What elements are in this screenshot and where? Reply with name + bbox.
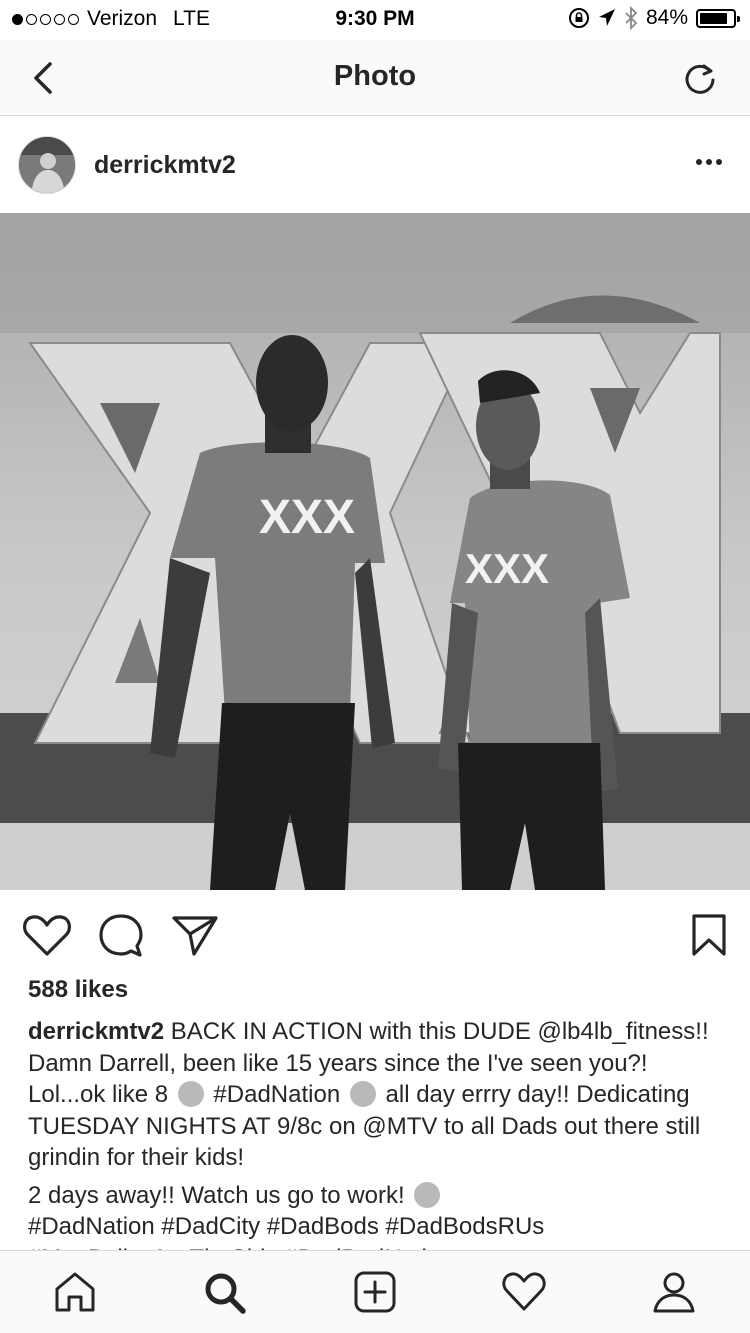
steam-face-emoji-icon [414,1181,441,1208]
shirt-text-right: XXX [465,545,549,592]
post-photo[interactable]: XXX XXX [0,213,750,890]
caption-hashtags[interactable]: #DadNation #DadCity #DadBods #DadBodsRUs [28,1211,728,1243]
raised-hands-emoji-icon [349,1081,376,1107]
home-icon[interactable] [52,1269,98,1315]
location-icon [598,9,615,26]
bluetooth-icon [625,6,638,30]
bookmark-icon[interactable] [684,912,734,958]
shirt-text-left: XXX [259,491,355,544]
caption-username[interactable]: derrickmtv2 [28,1018,164,1045]
post-username[interactable]: derrickmtv2 [94,151,236,180]
avatar[interactable] [18,136,76,194]
caption-hashtag-1[interactable]: #DadNation [213,1081,340,1108]
post-actions [0,890,750,980]
shrug-emoji-icon [177,1081,204,1107]
caption-line-2: 2 days away!! Watch us go to work! [28,1181,405,1209]
post-caption: derrickmtv2 BACK IN ACTION with this DUD… [28,1016,728,1280]
status-right: 84% [568,6,740,30]
refresh-icon[interactable] [680,58,720,98]
ellipsis-icon[interactable] [694,147,724,177]
heart-icon[interactable] [22,912,72,958]
person-icon[interactable] [651,1269,697,1315]
caption-paragraph-1: derrickmtv2 BACK IN ACTION with this DUD… [28,1016,728,1174]
share-icon[interactable] [170,912,220,958]
caption-paragraph-2: 2 days away!! Watch us go to work! [28,1180,728,1212]
plus-square-icon[interactable] [352,1269,398,1315]
heart-icon[interactable] [501,1269,547,1315]
battery-percent: 84% [645,6,688,29]
search-icon[interactable] [201,1269,247,1315]
post-header: derrickmtv2 [0,117,750,213]
tab-bar [0,1250,750,1333]
page-title: Photo [333,60,417,92]
battery-fill [700,12,727,24]
comment-icon[interactable] [96,912,146,958]
photo-illustration: XXX XXX [0,213,750,890]
nav-bar: Photo [0,40,750,116]
status-bar: Verizon LTE 9:30 PM 84% [0,0,750,40]
battery-icon [696,8,740,28]
orientation-lock-icon [568,8,589,28]
likes-count[interactable]: 588 likes [28,976,128,1004]
